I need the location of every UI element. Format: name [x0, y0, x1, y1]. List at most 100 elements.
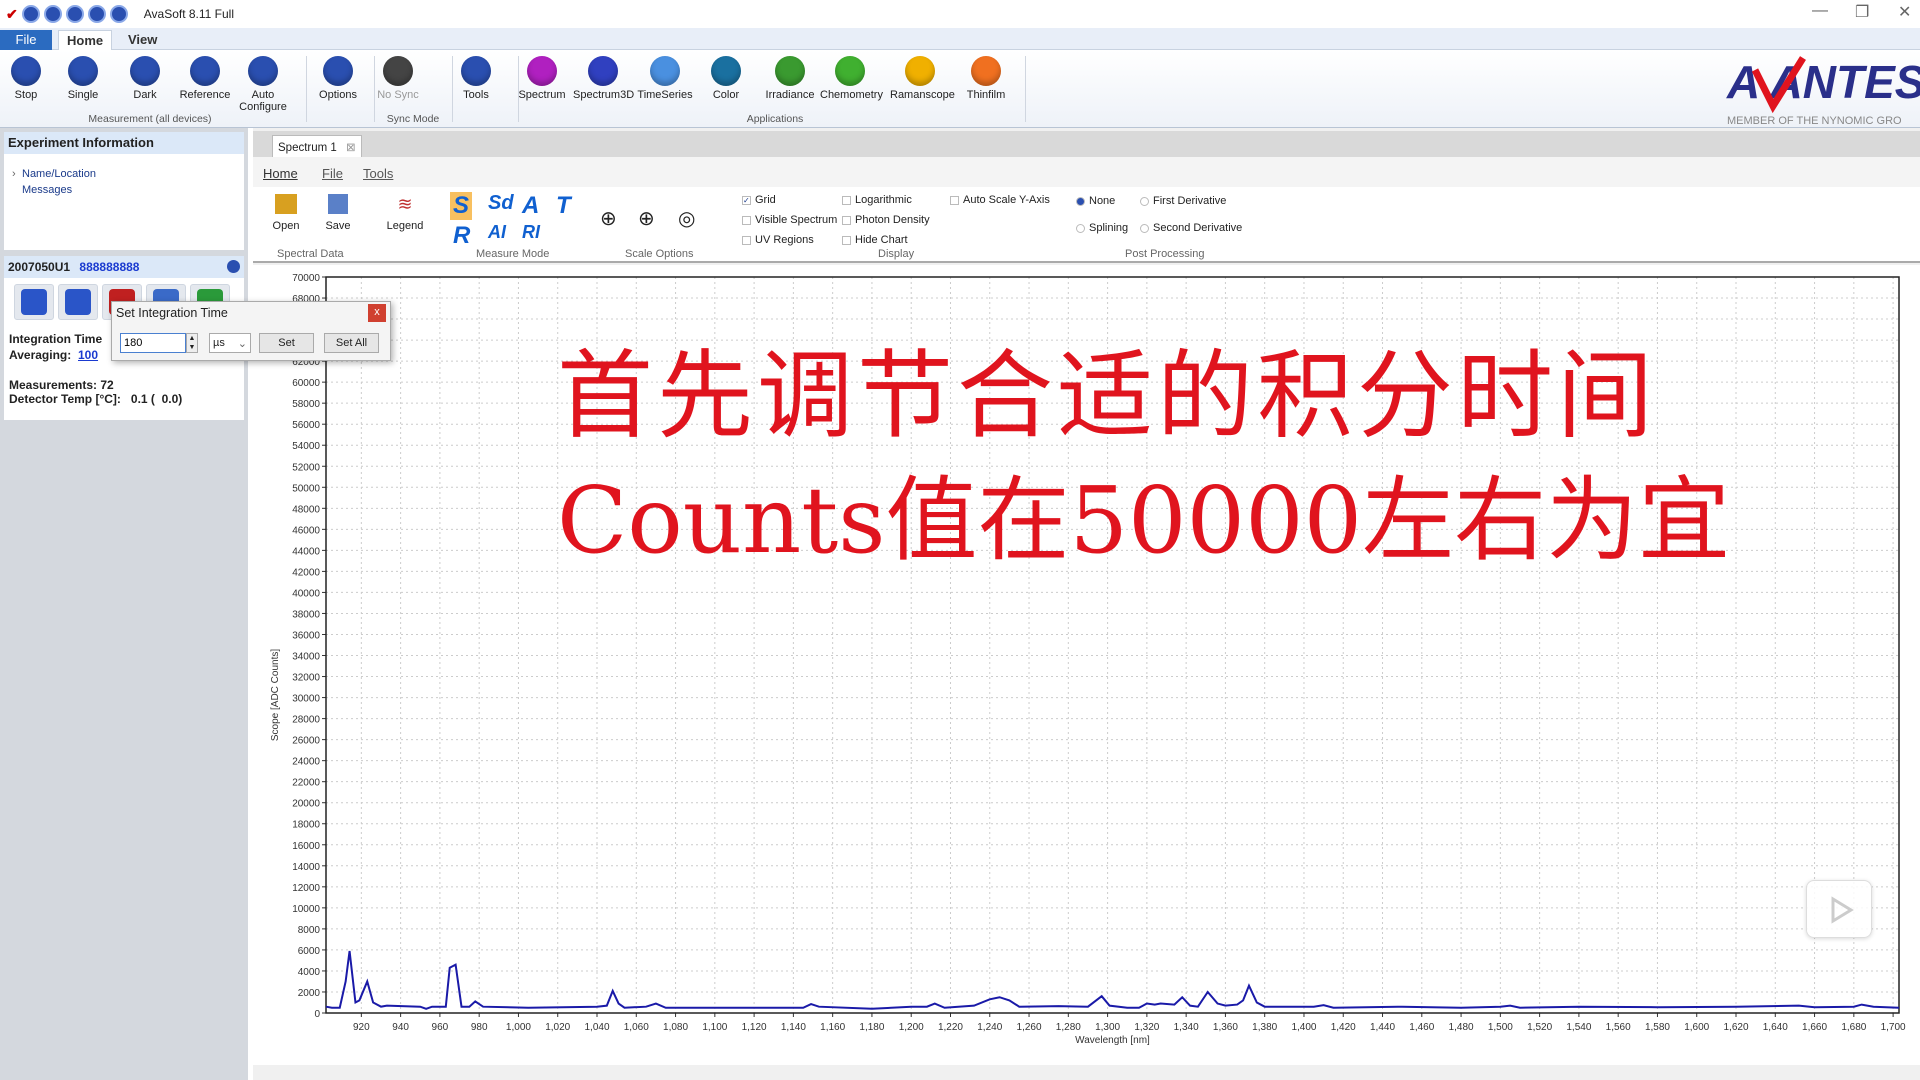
x-tick-label: 1,260	[1017, 1022, 1042, 1033]
checkbox-auto-scale-y-axis[interactable]: Auto Scale Y-Axis	[950, 194, 1050, 206]
open-button[interactable]: Open	[270, 194, 302, 232]
quick-access-auto-icon[interactable]	[109, 5, 128, 23]
legend-button[interactable]: ≋ Legend	[383, 194, 427, 232]
spectrum3d-button[interactable]: Spectrum3D	[573, 56, 635, 101]
overlay-caption-line-1: 首先调节合适的积分时间	[557, 340, 1657, 452]
radio-second-derivative[interactable]: Second Derivative	[1140, 222, 1242, 234]
checkbox-hide-chart[interactable]: Hide Chart	[842, 234, 908, 246]
no-sync-button[interactable]: No Sync	[368, 56, 428, 101]
x-tick-label: 940	[392, 1022, 409, 1033]
set-all-button[interactable]: Set All	[324, 333, 379, 353]
irradiance-button[interactable]: Irradiance	[760, 56, 820, 101]
ramanscope-button[interactable]: Ramanscope	[890, 56, 955, 101]
integration-time-input[interactable]	[120, 333, 186, 353]
mode-scope-dark[interactable]: Sd	[488, 192, 514, 215]
y-tick-label: 34000	[292, 652, 320, 663]
device-dark-button[interactable]	[58, 284, 98, 320]
button-label: Chemometry	[820, 89, 883, 101]
y-tick-label: 12000	[292, 883, 320, 894]
minimize-button[interactable]: —	[1812, 2, 1828, 20]
save-button[interactable]: Save	[322, 194, 354, 232]
integration-time-label: Integration Time	[9, 332, 103, 346]
tab-home[interactable]: Home	[58, 30, 113, 50]
expand-chevron-icon[interactable]: ›	[12, 168, 16, 180]
y-tick-label: 48000	[292, 504, 320, 515]
quick-access-reference-icon[interactable]	[87, 5, 106, 23]
y-tick-label: 24000	[292, 757, 320, 768]
y-tick-label: 22000	[292, 778, 320, 789]
chemometry-button[interactable]: Chemometry	[820, 56, 883, 101]
stop-button[interactable]: Stop	[0, 56, 56, 101]
quick-access-dark-icon[interactable]	[65, 5, 84, 23]
x-tick-label: 1,340	[1174, 1022, 1199, 1033]
tree-item-messages[interactable]: Messages	[22, 184, 72, 196]
integration-time-spinner[interactable]: ▲ ▼	[186, 333, 198, 353]
device-id: 2007050U1	[8, 260, 71, 274]
radio-splining[interactable]: Splining	[1076, 222, 1128, 234]
y-tick-label: 30000	[292, 694, 320, 705]
svg-text:A ANTES: A ANTES	[1726, 56, 1920, 108]
set-button[interactable]: Set	[259, 333, 314, 353]
restore-button[interactable]: ❐	[1855, 2, 1869, 22]
mode-reflectance[interactable]: R	[453, 222, 470, 250]
mode-absorbance[interactable]: A	[522, 192, 539, 220]
options-button[interactable]: Options	[308, 56, 368, 101]
button-label: Spectrum3D	[573, 89, 635, 101]
tree-item-name-location[interactable]: Name/Location	[22, 168, 96, 180]
radio-none[interactable]: None	[1076, 195, 1115, 207]
averaging-link[interactable]: 100	[78, 348, 98, 362]
zoom-vertical-icon[interactable]: ⊕	[600, 206, 617, 231]
ribbon-tabs: File Home View	[0, 28, 1920, 50]
timeseries-button[interactable]: TimeSeries	[635, 56, 695, 101]
close-button[interactable]: ✕	[1898, 2, 1911, 22]
tab-view[interactable]: View	[120, 30, 165, 50]
quick-access-stop-icon[interactable]	[43, 5, 62, 23]
single-button[interactable]: Single	[53, 56, 113, 101]
y-tick-label: 44000	[292, 546, 320, 557]
reference-button[interactable]: Reference	[175, 56, 235, 101]
x-tick-label: 1,680	[1841, 1022, 1866, 1033]
spectrum-button[interactable]: Spectrum	[512, 56, 572, 101]
auto-configure-button[interactable]: Auto Configure	[233, 56, 293, 113]
group-measure-mode: Measure Mode	[476, 248, 550, 260]
y-tick-label: 40000	[292, 588, 320, 599]
tab-spectrum-1[interactable]: Spectrum 1 ⊠	[272, 135, 362, 157]
tools-button[interactable]: Tools	[446, 56, 506, 101]
tab-file[interactable]: File	[0, 30, 52, 50]
mode-scope[interactable]: S	[450, 192, 473, 220]
color-button[interactable]: Color	[696, 56, 756, 101]
unit-select[interactable]: µs ⌄	[209, 333, 251, 353]
dialog-close-button[interactable]: x	[368, 304, 386, 322]
device-tag: 888888888	[79, 260, 140, 274]
checkbox-uv-regions[interactable]: UV Regions	[742, 234, 814, 246]
inner-tab-home[interactable]: Home	[263, 166, 298, 181]
quick-access-options-icon[interactable]	[21, 5, 40, 23]
device-settings-button[interactable]	[14, 284, 54, 320]
checkbox-logarithmic[interactable]: Logarithmic	[842, 194, 912, 206]
radio-label: First Derivative	[1153, 195, 1227, 207]
zoom-window-icon[interactable]: ◎	[678, 206, 695, 231]
x-tick-label: 1,020	[545, 1022, 570, 1033]
legend-label: Legend	[386, 220, 424, 232]
collapse-icon[interactable]	[227, 260, 240, 273]
checkbox-grid[interactable]: ✓ Grid	[742, 194, 776, 206]
mode-absolute-irradiance[interactable]: AI	[488, 222, 506, 243]
thinfilm-button[interactable]: Thinfilm	[956, 56, 1016, 101]
checkbox-photon-density[interactable]: Photon Density	[842, 214, 930, 226]
video-play-button[interactable]	[1806, 880, 1872, 938]
radio-first-derivative[interactable]: First Derivative	[1140, 195, 1226, 207]
overlay-caption-line-2: Counts值在50000左右为宜	[557, 467, 1731, 574]
radio-circle	[1140, 223, 1149, 233]
mode-relative-irradiance[interactable]: RI	[522, 222, 540, 243]
save-icon	[328, 194, 348, 214]
x-tick-label: 1,060	[624, 1022, 649, 1033]
tab-close-icon[interactable]: ⊠	[346, 142, 356, 154]
zoom-both-icon[interactable]: ⊕	[638, 206, 655, 231]
inner-tab-file[interactable]: File	[322, 166, 343, 181]
checkbox-visible-spectrum[interactable]: Visible Spectrum	[742, 214, 837, 226]
inner-tab-tools[interactable]: Tools	[363, 166, 393, 181]
toolbox-icon	[461, 56, 491, 86]
measurements-count: Measurements: 72	[9, 378, 114, 392]
mode-transmittance[interactable]: T	[556, 192, 571, 220]
dark-button[interactable]: Dark	[115, 56, 175, 101]
